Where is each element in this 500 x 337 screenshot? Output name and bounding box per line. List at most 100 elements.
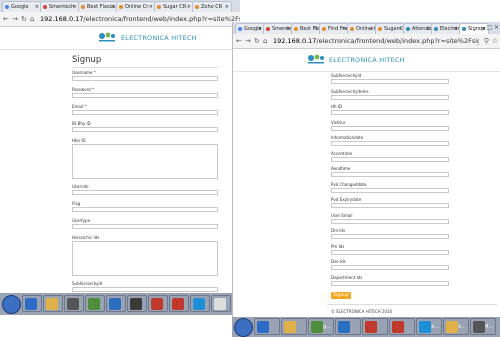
field-textarea[interactable] <box>72 241 218 276</box>
address-bar[interactable]: ← → ↻ ⌂ 192.168.0.17/electronica/fronten… <box>233 34 500 49</box>
taskbar-button[interactable]: Sk... <box>416 318 442 335</box>
taskbar-button[interactable] <box>22 295 42 312</box>
field-input[interactable] <box>331 156 449 162</box>
taskbar-button[interactable] <box>335 318 361 335</box>
taskbar-button[interactable]: Sig... <box>85 295 105 312</box>
field-input[interactable] <box>331 94 449 100</box>
browser-tab[interactable]: Smentech× <box>40 1 80 12</box>
field-input[interactable] <box>331 141 449 146</box>
field-input[interactable] <box>331 218 449 224</box>
address-bar[interactable]: ← → ↻ ⌂ 192.168.0.17/electronica/fronten… <box>0 12 240 27</box>
browser-window-right: Google×Smentech×Best Flasco×Find Frasc×O… <box>232 22 500 337</box>
signup-button[interactable]: Signup <box>331 292 351 299</box>
browser-tab[interactable]: Online Cr × <box>116 1 156 12</box>
taskbar-button[interactable]: Sk... <box>190 295 210 312</box>
start-button[interactable] <box>234 318 253 337</box>
field-input[interactable] <box>331 125 449 131</box>
browser-tab[interactable]: Sugar CR × <box>375 23 405 34</box>
taskbar-button[interactable]: Sig... <box>308 318 334 335</box>
browser-tab[interactable]: Google × <box>2 1 42 12</box>
tab-close-icon[interactable]: × <box>187 2 191 12</box>
tab-close-icon[interactable]: × <box>258 24 262 34</box>
field-textarea[interactable] <box>72 144 218 179</box>
tab-close-icon[interactable]: × <box>111 2 115 12</box>
field-input[interactable] <box>331 187 449 193</box>
taskbar-app-icon <box>446 321 458 333</box>
field-input[interactable] <box>72 110 218 115</box>
taskbar-button[interactable] <box>127 295 147 312</box>
field-input[interactable] <box>72 224 218 229</box>
tab-close-icon[interactable]: × <box>370 24 374 34</box>
field-input[interactable] <box>72 93 218 98</box>
back-icon[interactable]: ← <box>236 36 242 46</box>
taskbar-button[interactable] <box>148 295 168 312</box>
url-text[interactable]: 192.168.0.17/electronica/frontend/web/in… <box>40 14 240 24</box>
browser-tab[interactable]: Online CR× <box>347 23 377 34</box>
back-icon[interactable]: ← <box>3 14 9 24</box>
taskbar-app-icon <box>311 321 323 333</box>
taskbar-button[interactable]: O... <box>64 295 84 312</box>
reload-icon[interactable]: ↻ <box>254 36 260 46</box>
field-label: Bt Bhy ID <box>72 121 91 126</box>
browser-tab[interactable]: Smentech× <box>263 23 293 34</box>
field-input[interactable] <box>331 265 449 270</box>
field-input[interactable] <box>331 110 449 115</box>
tab-label: Google <box>11 4 29 10</box>
browser-tab[interactable]: Best Flasco× <box>291 23 321 34</box>
tab-close-icon[interactable]: × <box>342 24 346 34</box>
tab-close-icon[interactable]: × <box>225 2 229 12</box>
field-input[interactable] <box>72 127 218 132</box>
tab-favicon-icon <box>81 5 85 9</box>
tab-close-icon[interactable]: × <box>149 2 153 12</box>
tab-close-icon[interactable]: × <box>426 24 430 34</box>
field-input[interactable] <box>331 172 449 177</box>
field-input[interactable] <box>331 203 449 208</box>
taskbar-button[interactable] <box>281 318 307 335</box>
field-label: Email * <box>72 104 87 109</box>
field-input[interactable] <box>331 249 449 255</box>
browser-tab[interactable]: Attendan × <box>403 23 433 34</box>
browser-tab[interactable]: Sugar CR × <box>154 1 194 12</box>
browser-tab[interactable]: Find Frasc× <box>319 23 349 34</box>
search-icon[interactable]: ⚲ <box>484 36 489 46</box>
star-icon[interactable]: ☆ <box>492 36 498 46</box>
tab-close-icon[interactable]: × <box>35 2 39 12</box>
taskbar-button[interactable]: Sk... <box>443 318 469 335</box>
browser-tab[interactable]: Zoho CR × <box>192 1 232 12</box>
field-input[interactable] <box>72 190 218 195</box>
reload-icon[interactable]: ↻ <box>21 14 27 24</box>
field-label: Password * <box>72 87 94 92</box>
taskbar-button[interactable]: M... <box>470 318 496 335</box>
url-text[interactable]: 192.168.0.17/electronica/frontend/web/in… <box>273 36 479 46</box>
home-icon[interactable]: ⌂ <box>263 36 267 46</box>
tab-close-icon[interactable]: × <box>398 24 402 34</box>
field-input[interactable] <box>331 234 449 239</box>
taskbar-button[interactable] <box>254 318 280 335</box>
tab-close-icon[interactable]: × <box>454 24 458 34</box>
taskbar-button[interactable] <box>43 295 63 312</box>
taskbar-button[interactable] <box>106 295 126 312</box>
tab-close-icon[interactable]: × <box>314 24 318 34</box>
start-button[interactable] <box>2 295 21 314</box>
field-input[interactable] <box>72 207 218 212</box>
url-host: 192.168.0.17 <box>273 37 317 45</box>
tab-close-icon[interactable]: × <box>73 2 77 12</box>
browser-window-left: Google × Smentech × Best Flasco × Online Cr × Su… <box>0 0 240 337</box>
field-input[interactable] <box>72 76 218 81</box>
field-input[interactable] <box>331 280 449 286</box>
field-input[interactable] <box>72 287 218 292</box>
taskbar-button[interactable] <box>389 318 415 335</box>
browser-tab[interactable]: Google × <box>235 23 265 34</box>
tab-close-icon[interactable]: × <box>286 24 290 34</box>
window-controls[interactable]: — □ ✕ <box>478 24 499 31</box>
taskbar-button[interactable] <box>169 295 189 312</box>
field-label: Pvd Expirydate <box>331 197 362 202</box>
home-icon[interactable]: ⌂ <box>30 14 34 24</box>
browser-tab[interactable]: Best Flasco× <box>78 1 118 12</box>
forward-icon[interactable]: → <box>12 14 18 24</box>
taskbar-button[interactable] <box>211 295 231 312</box>
field-input[interactable] <box>331 79 449 84</box>
taskbar-button[interactable] <box>362 318 388 335</box>
browser-tab[interactable]: Electronic× <box>431 23 461 34</box>
forward-icon[interactable]: → <box>245 36 251 46</box>
